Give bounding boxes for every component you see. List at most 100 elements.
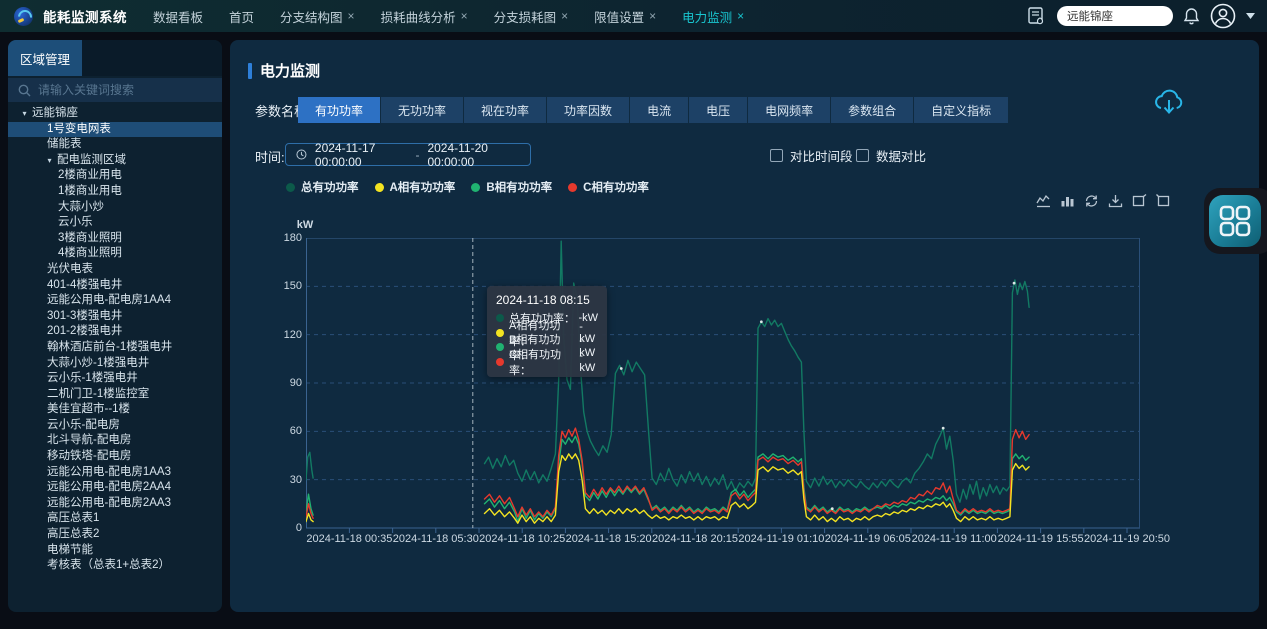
param-button[interactable]: 功率因数 (547, 97, 629, 123)
tree-item[interactable]: 401-4楼强电井 (8, 278, 222, 294)
tree-item-label: 云小乐-配电房 (47, 419, 120, 431)
caret-down-icon[interactable] (1246, 13, 1255, 19)
tree-item[interactable]: 201-2楼强电井 (8, 324, 222, 340)
apps-grid-button[interactable] (1209, 195, 1261, 247)
date-separator: - (415, 148, 419, 162)
tree-item[interactable]: 考核表（总表1+总表2） (8, 558, 222, 574)
param-button[interactable]: 参数组合 (831, 97, 913, 123)
tree-item[interactable]: 高压总表1 (8, 511, 222, 527)
tree-item[interactable]: 北斗导航-配电房 (8, 433, 222, 449)
tree-item-label: 高压总表2 (47, 528, 99, 540)
tree-item[interactable]: 储能表 (8, 137, 222, 153)
tree-item-label: 光伏电表 (47, 263, 93, 275)
tree-item[interactable]: 云小乐-配电房 (8, 418, 222, 434)
tree-item[interactable]: 4楼商业照明 (8, 246, 222, 262)
tree-item[interactable]: 1楼商业用电 (8, 184, 222, 200)
tree-item[interactable]: 远能公用电-配电房2AA3 (8, 496, 222, 512)
line-chart-icon[interactable] (1036, 194, 1051, 208)
tree-item[interactable]: 电梯节能 (8, 543, 222, 559)
chart-tooltip: 2024-11-18 08:15 总有功功率：-kWA相有功功率：-kWB相有功… (487, 286, 607, 377)
tree-item-label: 1楼商业用电 (58, 185, 122, 197)
tab-close-icon[interactable]: × (649, 9, 656, 23)
tree-item[interactable]: 1号变电网表 (8, 122, 222, 138)
param-button[interactable]: 电压 (689, 97, 747, 123)
caret-down-icon[interactable]: ▾ (23, 107, 32, 121)
param-button[interactable]: 自定义指标 (914, 97, 1008, 123)
tree-item[interactable]: 高压总表2 (8, 527, 222, 543)
caret-down-icon[interactable]: ▾ (48, 154, 57, 168)
cloud-download-icon[interactable] (1152, 86, 1186, 123)
search-input[interactable] (38, 83, 208, 97)
tree-item[interactable]: 美佳宜超市--1楼 (8, 402, 222, 418)
report-icon[interactable] (1027, 7, 1047, 25)
nav-tab[interactable]: 损耗曲线分析× (381, 7, 468, 26)
tree-item-label: 二机门卫-1楼监控室 (47, 388, 149, 400)
checkbox-icon[interactable] (770, 149, 783, 162)
legend-item[interactable]: B相有功功率 (471, 179, 552, 195)
project-select-input[interactable] (1057, 6, 1173, 26)
legend-item[interactable]: 总有功功率 (286, 179, 359, 195)
tree-item[interactable]: ▾配电监测区域 (8, 153, 222, 169)
nav-tab[interactable]: 分支损耗图× (494, 7, 569, 26)
y-tick-label: 30 (268, 474, 302, 486)
tab-close-icon[interactable]: × (561, 9, 568, 23)
nav-tab[interactable]: 首页 (229, 7, 254, 26)
tree-item[interactable]: 翰林酒店前台-1楼强电井 (8, 340, 222, 356)
checkbox-icon[interactable] (856, 149, 869, 162)
x-tick-label: 2024-11-19 06:05 (825, 533, 911, 545)
tab-close-icon[interactable]: × (737, 9, 744, 23)
compare-data-checkbox[interactable]: 数据对比 (856, 146, 926, 165)
param-button[interactable]: 电网频率 (748, 97, 830, 123)
date-end: 2024-11-20 00:00:00 (427, 141, 520, 169)
tree-item[interactable]: 光伏电表 (8, 262, 222, 278)
zoom-icon[interactable] (1132, 194, 1147, 208)
zoom-reset-icon[interactable] (1156, 194, 1171, 208)
apps-grid-icon (1218, 204, 1252, 238)
legend-item[interactable]: A相有功功率 (375, 179, 456, 195)
param-button[interactable]: 视在功率 (464, 97, 546, 123)
nav-tab[interactable]: 分支结构图× (280, 7, 355, 26)
tree-item[interactable]: 大蒜小炒-1楼强电井 (8, 356, 222, 372)
tree-item[interactable]: 二机门卫-1楼监控室 (8, 387, 222, 403)
bell-icon[interactable] (1183, 7, 1200, 25)
nav-tab-label: 限值设置 (594, 7, 644, 26)
legend-item[interactable]: C相有功功率 (568, 179, 649, 195)
param-button[interactable]: 无功功率 (381, 97, 463, 123)
tree-item-label: 云小乐-1楼强电井 (47, 372, 138, 384)
tree-item[interactable]: 3楼商业照明 (8, 231, 222, 247)
x-tick-label: 2024-11-19 11:00 (912, 533, 997, 545)
param-button[interactable]: 电流 (630, 97, 688, 123)
compare-time-checkbox[interactable]: 对比时间段 (770, 146, 853, 165)
param-button[interactable]: 有功功率 (298, 97, 380, 123)
nav-tab[interactable]: 限值设置 × (594, 7, 656, 26)
nav-tab-label: 首页 (229, 7, 254, 26)
tab-close-icon[interactable]: × (461, 9, 468, 23)
tab-area-management[interactable]: 区域管理 (8, 40, 82, 76)
nav-tab[interactable]: 数据看板 (153, 7, 203, 26)
search-icon (18, 84, 31, 97)
tab-close-icon[interactable]: × (348, 9, 355, 23)
x-tick-label: 2024-11-18 05:30 (393, 533, 479, 545)
tree-item[interactable]: 大蒜小炒 (8, 200, 222, 216)
tree-item[interactable]: ▾远能锦座 (8, 106, 222, 122)
x-tick-label: 2024-11-18 10:25 (479, 533, 565, 545)
series-line (306, 452, 313, 479)
download-icon[interactable] (1108, 194, 1123, 208)
date-range-picker[interactable]: 2024-11-17 00:00:00 - 2024-11-20 00:00:0… (285, 143, 531, 166)
nav-tabs: 数据看板首页分支结构图×损耗曲线分析×分支损耗图×限值设置×电力监测× (153, 7, 744, 26)
tree-item[interactable]: 2楼商业用电 (8, 168, 222, 184)
tree-item[interactable]: 云小乐-1楼强电井 (8, 371, 222, 387)
tree-item[interactable]: 301-3楼强电井 (8, 309, 222, 325)
y-tick-label: 120 (268, 329, 302, 341)
tree-item-label: 美佳宜超市--1楼 (47, 403, 130, 415)
chart-svg[interactable] (306, 238, 1140, 535)
restore-icon[interactable] (1084, 194, 1099, 208)
tree-item[interactable]: 远能公用电-配电房2AA4 (8, 480, 222, 496)
avatar-icon[interactable] (1210, 3, 1236, 29)
tree-item[interactable]: 移动铁塔-配电房 (8, 449, 222, 465)
bar-chart-icon[interactable] (1060, 194, 1075, 208)
tree-item[interactable]: 远能公用电-配电房1AA3 (8, 465, 222, 481)
tree-item[interactable]: 远能公用电-配电房1AA4 (8, 293, 222, 309)
tree-item[interactable]: 云小乐 (8, 215, 222, 231)
nav-tab[interactable]: 电力监测× (682, 7, 744, 26)
